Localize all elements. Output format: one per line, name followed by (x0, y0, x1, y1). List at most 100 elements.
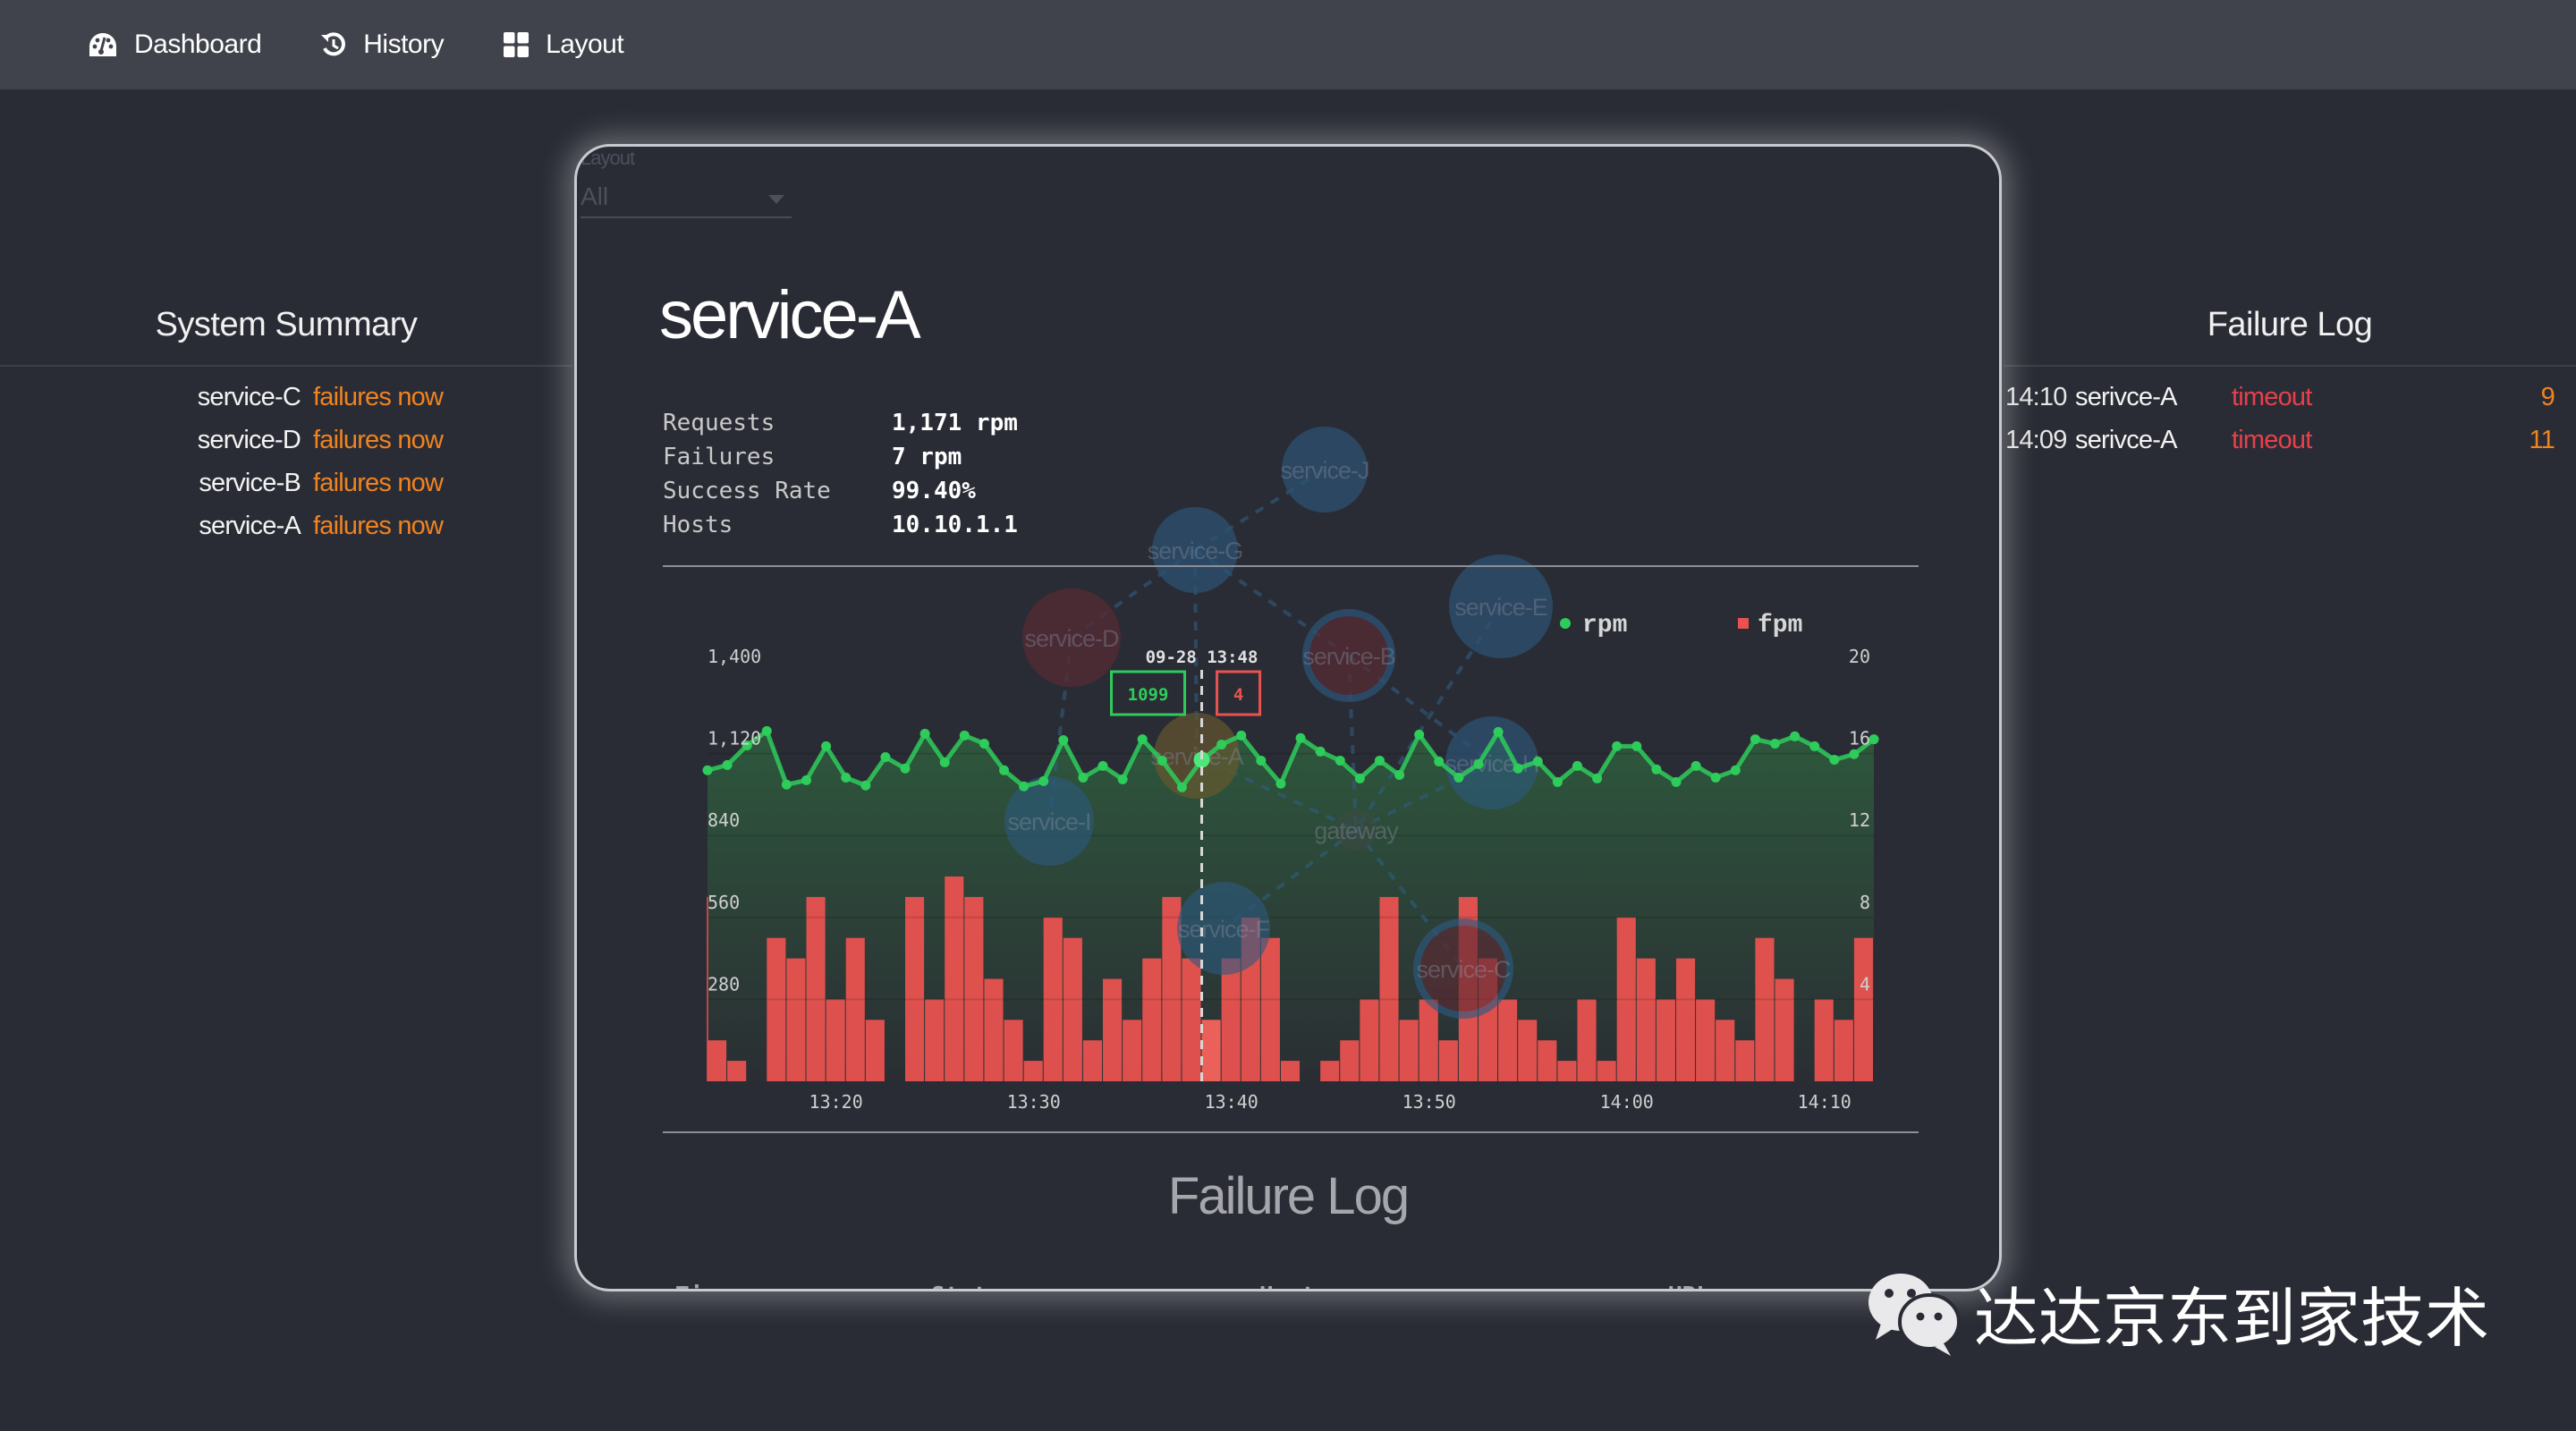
fpm-bar (1814, 999, 1834, 1081)
rpm-point (1532, 756, 1543, 766)
rpm-point (1176, 782, 1187, 792)
rpm-point (1256, 755, 1267, 766)
rpm-point (1631, 741, 1642, 751)
rpm-point (860, 780, 871, 791)
stat-key: Hosts (663, 512, 733, 538)
summary-service: service-A (199, 512, 301, 540)
rpm-point (1453, 772, 1464, 783)
stat-value: 10.10.1.1 (892, 512, 1018, 538)
rpm-point (1592, 773, 1603, 783)
column-header-time[interactable]: Time (675, 1283, 732, 1289)
summary-state: failures now (313, 426, 444, 454)
fpm-bar (1103, 978, 1123, 1081)
nav-dashboard[interactable]: Dashboard (88, 30, 262, 60)
topology-node-label: service-E (1454, 594, 1547, 621)
rpm-point (702, 765, 713, 775)
fpm-bar (1419, 999, 1438, 1081)
stat-value: 1,171 rpm (892, 410, 1018, 436)
legend-fpm-label: fpm (1758, 612, 1802, 639)
x-tick-label: 13:40 (1205, 1091, 1258, 1113)
rpm-point (1790, 731, 1801, 741)
summary-row[interactable]: service-B failures now (186, 469, 444, 498)
failure-log-row[interactable]: 14:10 serivce-A timeout 9 (2004, 383, 2567, 419)
service-detail-modal: Layout All service-J service-G service-D se… (574, 144, 2002, 1291)
rpm-point (1335, 755, 1345, 766)
rpm-point (1750, 734, 1760, 745)
tooltip-rpm-value: 1099 (1128, 685, 1169, 705)
rpm-point (880, 752, 891, 763)
summary-service: service-B (199, 469, 301, 497)
nav-layout[interactable]: Layout (503, 30, 624, 60)
rpm-point (1414, 729, 1425, 740)
fpm-bar (1142, 958, 1162, 1081)
nav-history[interactable]: History (320, 30, 445, 60)
legend-rpm-marker (1560, 618, 1571, 629)
y-left-tick-label: 840 (708, 809, 740, 831)
failure-reason: timeout (2232, 426, 2312, 454)
fpm-bar (964, 896, 984, 1081)
topology-node-label: service-C (1416, 956, 1511, 983)
fpm-bar (1853, 937, 1873, 1081)
fpm-bar (1498, 999, 1518, 1081)
rpm-point (1710, 772, 1721, 783)
watermark-text: 达达京东到家技术 (1974, 1281, 2490, 1356)
fpm-bar (1320, 1061, 1340, 1081)
rpm-point (900, 763, 911, 774)
rpm-point (1868, 734, 1879, 745)
rpm-point (1809, 741, 1820, 751)
rpm-point (1078, 772, 1089, 783)
summary-row[interactable]: service-A failures now (186, 512, 444, 541)
legend-rpm-label: rpm (1582, 612, 1627, 639)
topology-node-label: gateway (1314, 817, 1399, 844)
stats-divider (663, 565, 1919, 567)
fpm-bar (1557, 1061, 1577, 1081)
summary-row[interactable]: service-C failures now (186, 383, 444, 412)
wechat-watermark: 达达京东到家技术 (1865, 1266, 2489, 1359)
rpm-point (1157, 755, 1167, 766)
failure-count: 11 (2529, 426, 2555, 454)
failure-log-title: Failure Log (2207, 306, 2373, 343)
x-tick-label: 14:00 (1600, 1091, 1654, 1113)
fpm-bar (1063, 937, 1082, 1081)
rpm-point (1216, 739, 1227, 749)
rpm-point (841, 772, 852, 783)
fpm-bar (767, 937, 786, 1081)
failure-count: 9 (2540, 383, 2555, 411)
topology-node-label: service-I (1007, 809, 1090, 835)
stat-key: Requests (663, 410, 775, 436)
service-title: service-A (659, 277, 921, 353)
summary-row[interactable]: service-D failures now (186, 426, 444, 455)
rpm-point (1612, 741, 1623, 751)
summary-service: service-D (197, 426, 301, 454)
rpm-point (939, 757, 950, 767)
stat-value: 99.40% (892, 478, 976, 504)
failure-log-row[interactable]: 14:09 serivce-A timeout 11 (2004, 426, 2567, 461)
column-header-url[interactable]: URL (1668, 1283, 1710, 1289)
fpm-bar (1696, 999, 1716, 1081)
rpm-point (1513, 763, 1523, 774)
column-header-status[interactable]: Status (931, 1283, 1015, 1289)
column-header-host[interactable]: Host (1259, 1283, 1316, 1289)
failure-reason: timeout (2232, 383, 2312, 411)
fpm-bar (708, 1040, 727, 1081)
rpm-point (1394, 769, 1405, 780)
topology-node-label: service-F (1178, 916, 1270, 943)
y-right-tick-label: 12 (1849, 809, 1870, 831)
fpm-bar (1636, 958, 1656, 1081)
fpm-bar (1340, 1040, 1360, 1081)
rpm-point (1374, 755, 1385, 766)
rpm-point (1829, 754, 1840, 765)
rpm-point (1275, 778, 1286, 789)
summary-state: failures now (313, 383, 444, 411)
summary-divider (0, 365, 572, 367)
fpm-bar (1379, 896, 1399, 1081)
failure-service: serivce-A (2075, 383, 2177, 411)
fpm-bar (1201, 1020, 1221, 1081)
rpm-point (1434, 756, 1445, 766)
failure-time: 14:10 (2005, 383, 2067, 411)
topology-node-label: service-B (1302, 643, 1395, 670)
rpm-point (1730, 765, 1741, 775)
failure-log-divider (2004, 365, 2576, 367)
rpm-point (999, 765, 1010, 775)
fpm-bar (905, 896, 925, 1081)
